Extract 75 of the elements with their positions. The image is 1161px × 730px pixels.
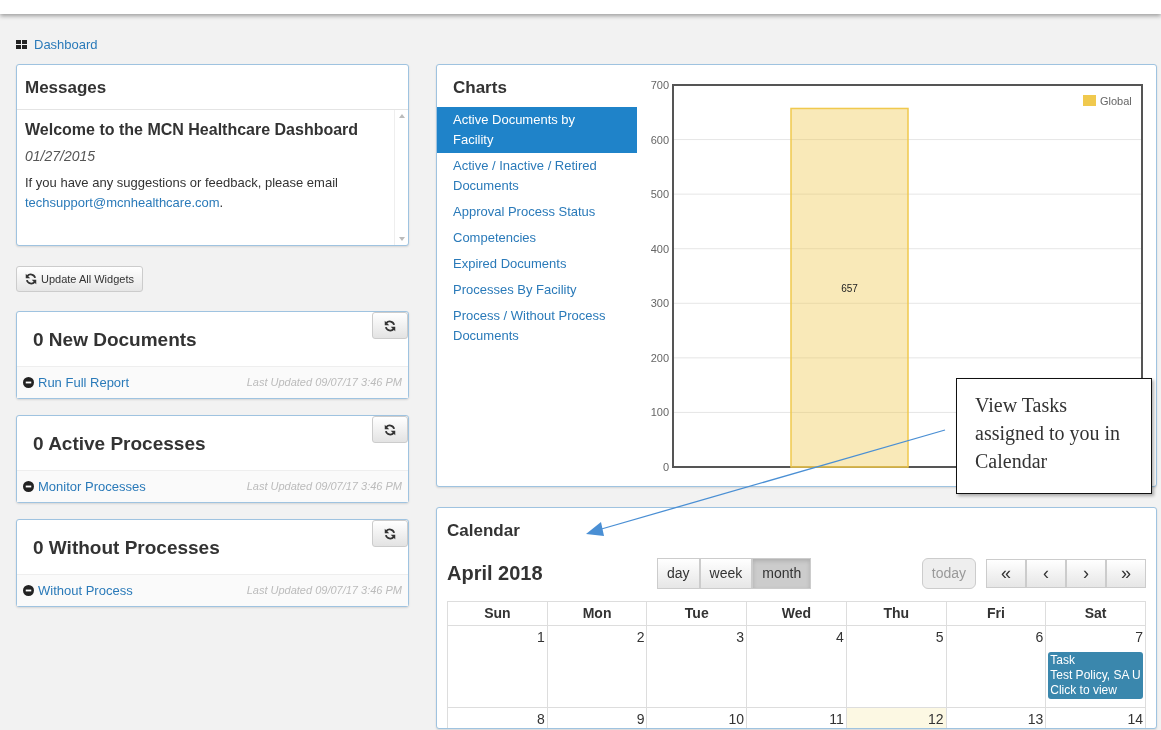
axis-tick-label: 200 xyxy=(650,351,669,364)
weekday-header: Mon xyxy=(547,601,648,626)
report-link[interactable]: Monitor Processes xyxy=(38,476,146,496)
day-number: 13 xyxy=(1027,709,1044,728)
refresh-button[interactable] xyxy=(372,416,408,443)
chart-menu-item[interactable]: Processes By Facility xyxy=(437,276,637,303)
breadcrumb-link[interactable]: Dashboard xyxy=(34,35,98,55)
day-number: 10 xyxy=(728,709,745,728)
update-button[interactable]: Update All Widgets xyxy=(16,265,143,292)
weekday-header: Fri xyxy=(946,601,1047,626)
nav-button[interactable]: « xyxy=(986,558,1026,588)
report-link[interactable]: Run Full Report xyxy=(38,372,130,392)
chart-menu-item[interactable]: Approval Process Status xyxy=(437,198,637,225)
email-link[interactable]: techsupport@mcnhealthcare.com xyxy=(25,194,220,210)
refresh-icon xyxy=(25,272,37,285)
axis-tick-label: 500 xyxy=(650,188,669,201)
day-number: 9 xyxy=(636,709,645,728)
chart-menu-item[interactable]: Active Documents by Facility xyxy=(437,106,637,153)
message-heading: Welcome to the MCN Healthcare Dashboard xyxy=(25,119,360,140)
view-button[interactable]: month xyxy=(752,557,812,589)
weekday-header: Thu xyxy=(846,601,947,626)
grid-icon xyxy=(16,40,28,50)
chart-menu-item[interactable]: Competencies xyxy=(437,224,637,251)
last-updated: Last Updated 09/07/17 3:46 PM xyxy=(246,479,402,494)
nav-button[interactable]: » xyxy=(1106,558,1146,588)
axis-tick-label: 600 xyxy=(650,133,669,146)
panel-title: Messages xyxy=(24,77,108,99)
axis-tick-label: 300 xyxy=(650,297,669,310)
data-label: 657 xyxy=(841,282,858,294)
chart-menu-item[interactable]: Process / Without Process Documents xyxy=(437,302,637,349)
panel-title: Calendar xyxy=(447,520,521,542)
last-updated: Last Updated 09/07/17 3:46 PM xyxy=(246,583,402,598)
widget-title: 0 Active Processes xyxy=(32,432,207,456)
day-number: 3 xyxy=(736,627,745,647)
view-button[interactable]: week xyxy=(699,557,753,589)
calendar-event[interactable]: Task Test Policy, SA U Click to view xyxy=(1048,651,1143,699)
axis-tick-label: 0 xyxy=(662,461,669,473)
widget-title: 0 Without Processes xyxy=(32,536,221,560)
weekday-header: Tue xyxy=(647,601,748,626)
day-number: 6 xyxy=(1035,627,1044,647)
day-number: 11 xyxy=(829,709,844,728)
callout-box: View Tasks assigned to you in Calendar xyxy=(956,378,1152,494)
refresh-button[interactable] xyxy=(372,520,408,547)
refresh-button[interactable] xyxy=(372,312,408,339)
last-updated: Last Updated 09/07/17 3:46 PM xyxy=(246,375,402,390)
refresh-icon xyxy=(384,319,396,332)
day-number: 4 xyxy=(836,627,844,647)
legend-swatch xyxy=(1083,95,1096,106)
report-link[interactable]: Without Process xyxy=(38,580,133,600)
month-title: April 2018 xyxy=(447,561,544,586)
message-text: If you have any suggestions or feedback, please email techsupport@mcnhealthcare.com. xyxy=(25,173,339,212)
chart-menu-item[interactable]: Active / Inactive / Retired Documents xyxy=(437,152,637,199)
day-number: 7 xyxy=(1135,627,1143,647)
nav-button[interactable]: › xyxy=(1066,558,1106,588)
widget-title: 0 New Documents xyxy=(32,328,198,352)
weekday-header: Sat xyxy=(1046,601,1146,626)
refresh-icon xyxy=(384,423,396,436)
day-number: 1 xyxy=(536,627,545,647)
view-button[interactable]: day xyxy=(657,557,700,589)
day-number: 5 xyxy=(935,627,944,647)
day-number: 14 xyxy=(1127,709,1143,728)
chart-menu-item[interactable]: Expired Documents xyxy=(437,250,637,277)
nav-button[interactable]: ‹ xyxy=(1026,558,1066,588)
day-number: 8 xyxy=(536,709,545,728)
axis-tick-label: 100 xyxy=(650,406,669,419)
day-number: 12 xyxy=(928,709,944,728)
panel-title: Charts xyxy=(452,77,508,99)
axis-tick-label: 700 xyxy=(650,79,669,91)
refresh-icon xyxy=(384,527,396,540)
message-date: 01/27/2015 xyxy=(25,146,97,166)
day-number: 2 xyxy=(636,627,645,647)
axis-tick-label: 400 xyxy=(650,242,669,255)
weekday-header: Sun xyxy=(448,601,548,626)
legend-label: Global xyxy=(1100,95,1132,107)
weekday-header: Wed xyxy=(747,601,847,626)
